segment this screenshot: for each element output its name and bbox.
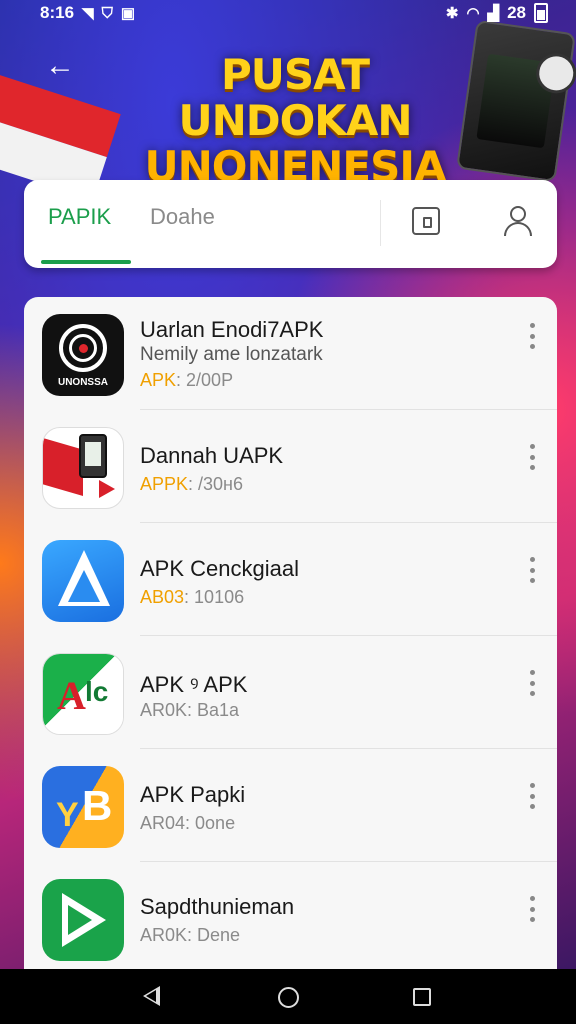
app-name: APK Cenckgiaal [140,556,299,581]
app-tag: APK [140,370,177,390]
bluetooth-icon: ✱ [445,5,459,22]
app-tag: AR0K [140,700,188,720]
home-nav-icon[interactable] [278,987,299,1008]
title-line-1: PUSAT UNDOKAN [178,50,412,145]
app-name: Uarlan Enodi7APK [140,317,324,342]
app-meta: APPK: /30н6 [140,474,243,495]
app-subtitle: Nemily ame lonzatark [140,344,323,365]
status-bar: 8:16 ◥ ⛉ ▣ ✱ ◠ ▟ 28 [0,0,576,26]
app-list: UNONSSA Uarlan Enodi7APK Nemily ame lonz… [24,297,557,969]
yb-letters-icon: YB [42,766,124,848]
app-name: APK ꝰ APK [140,672,248,697]
camera-lens-icon: UNONSSA [42,314,124,396]
more-options-icon[interactable] [520,444,544,470]
more-options-icon[interactable] [520,896,544,922]
tab-doahe[interactable]: Doahe [150,204,215,230]
app-meta: APK: 2/00P [140,370,233,391]
app-notification-icon: ▣ [120,5,136,22]
app-meta: AR04: 0one [140,813,235,834]
status-time: 8:16 [40,3,75,22]
app-meta-value: : 10106 [184,587,245,607]
app-name: Dannah UAPK [140,443,284,468]
shield-icon: ⛉ [101,4,113,22]
app-meta-value: : Ba1a [187,700,240,720]
more-options-icon[interactable] [520,670,544,696]
app-meta-value: : Dene [187,925,241,945]
app-meta-value: : 2/00P [176,370,234,390]
app-tag: AR04 [140,813,186,833]
app-tag: AR0K [140,925,188,945]
wifi-icon: ◠ [466,5,480,22]
app-meta: AR0K: Ba1a [140,700,239,721]
app-name: Sapdthunieman [140,894,295,919]
flag-phone-icon [42,427,124,509]
recents-nav-icon[interactable] [413,988,431,1006]
square-icon[interactable] [412,207,440,235]
tab-bar: PAPIK Doahe [24,180,557,268]
alc-letters-icon: Alc [42,653,124,735]
page-title: PUSAT UNDOKAN UNONENESIA [100,52,490,190]
app-tag: AB03 [140,587,185,607]
app-name: APK Papki [140,782,246,807]
list-item[interactable]: Dannah UAPK APPK: /30н6 [24,410,557,523]
icon-caption: UNONSSA [57,377,108,388]
more-options-icon[interactable] [520,783,544,809]
back-arrow-icon[interactable]: ← [44,50,76,82]
app-meta: AB03: 10106 [140,587,244,608]
user-icon[interactable] [502,204,534,238]
location-icon: ◥ [82,5,94,22]
app-store-icon [42,540,124,622]
app-tag: APPK [140,474,189,494]
list-item[interactable]: Alc APK ꝰ APK AR0K: Ba1a [24,636,557,749]
battery-icon [534,3,548,23]
list-item[interactable]: YB APK Papki AR04: 0one [24,749,557,862]
system-nav-bar [0,969,576,1024]
list-item[interactable]: Sapdthunieman AR0K: Dene [24,862,557,969]
more-options-icon[interactable] [520,323,544,349]
active-tab-indicator [41,260,131,264]
battery-level: 28 [507,3,526,22]
tab-papik[interactable]: PAPIK [48,204,111,230]
app-meta: AR0K: Dene [140,925,240,946]
more-options-icon[interactable] [520,557,544,583]
app-meta-value: : /30н6 [188,474,244,494]
back-nav-icon[interactable] [143,986,160,1006]
signal-icon: ▟ [487,5,500,22]
app-meta-value: : 0one [185,813,236,833]
divider [380,200,381,246]
list-item[interactable]: APK Cenckgiaal AB03: 10106 [24,523,557,636]
play-triangle-icon [42,879,124,961]
list-item[interactable]: UNONSSA Uarlan Enodi7APK Nemily ame lonz… [24,297,557,410]
